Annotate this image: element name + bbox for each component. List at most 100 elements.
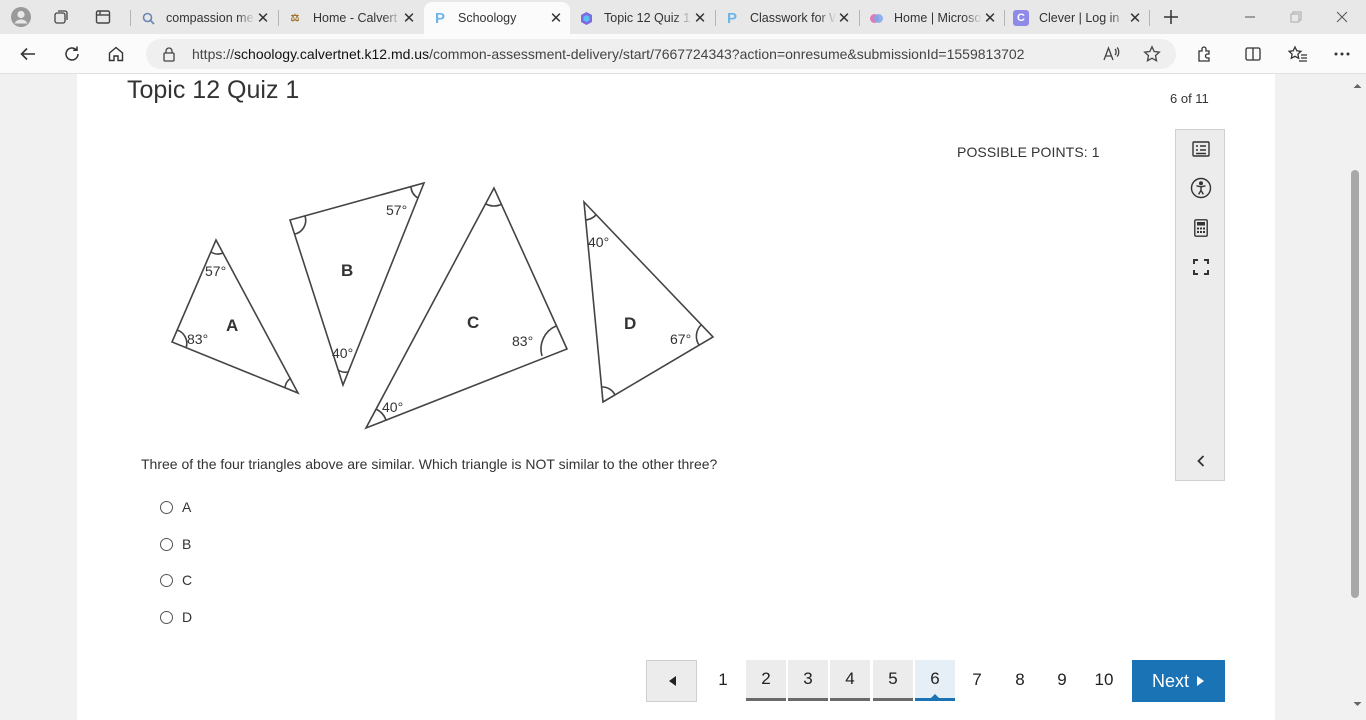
more-menu-icon[interactable] [1329, 41, 1355, 67]
split-screen-icon[interactable] [1240, 41, 1266, 67]
address-bar[interactable]: https://schoology.calvertnet.k12.md.us/c… [146, 39, 1176, 69]
next-button-label: Next [1151, 670, 1189, 691]
browser-tab-bar: compassion me ✕ ⚖ Home - Calvert ✕ P Sch… [0, 0, 1366, 34]
page-button-9[interactable]: 9 [1042, 660, 1082, 700]
copilot-icon [578, 10, 594, 26]
close-tab-icon[interactable]: ✕ [1127, 9, 1143, 27]
angle-label: 83° [512, 333, 533, 349]
tab-home-calvert[interactable]: ⚖ Home - Calvert ✕ [279, 4, 423, 32]
url-text: https://schoology.calvertnet.k12.md.us/c… [192, 46, 1024, 62]
scroll-down-arrow-icon[interactable] [1349, 698, 1366, 710]
page-button-2[interactable]: 2 [746, 660, 786, 701]
url-host: schoology.calvertnet.k12.md.us [234, 46, 430, 62]
url-path: /common-assessment-delivery/start/766772… [429, 46, 1025, 62]
triangle-c-angle-arc [485, 203, 503, 207]
triangle-a-angle-arc [210, 251, 224, 255]
favorite-star-icon[interactable] [1143, 45, 1161, 68]
triangle-d-label: D [624, 314, 636, 333]
triangle-a-angle-arc [284, 377, 292, 389]
fullscreen-icon[interactable] [1188, 254, 1214, 280]
tab-title: Clever | Log in [1039, 11, 1120, 25]
choice-c[interactable]: C [160, 570, 192, 590]
tab-topic-12-quiz[interactable]: Topic 12 Quiz 1 ✕ [570, 4, 714, 32]
address-toolbar: https://schoology.calvertnet.k12.md.us/c… [0, 34, 1366, 74]
workspaces-icon[interactable] [50, 6, 72, 28]
collapse-rail-chevron-icon[interactable] [1188, 448, 1214, 474]
choice-d[interactable]: D [160, 607, 192, 627]
choice-label: C [182, 572, 193, 588]
tab-clever[interactable]: C Clever | Log in ✕ [1005, 4, 1149, 32]
new-tab-icon[interactable] [1160, 6, 1182, 28]
previous-question-button[interactable] [646, 660, 697, 702]
search-icon [140, 10, 156, 26]
tab-title: Home - Calvert [313, 11, 398, 25]
caret-right-icon [1197, 676, 1204, 686]
page-button-6[interactable]: 6 [915, 660, 955, 701]
copilot-icon [868, 10, 884, 26]
schoology-icon: P [726, 9, 737, 27]
tab-classwork[interactable]: P Classwork for W ✕ [716, 4, 858, 32]
tab-actions-icon[interactable] [92, 6, 114, 28]
angle-label: 67° [670, 331, 691, 347]
tab-title: Home | Microso [894, 11, 982, 25]
angle-label: 57° [386, 202, 407, 218]
quiz-page: Topic 12 Quiz 1 6 of 11 POSSIBLE POINTS:… [77, 74, 1275, 720]
choice-b[interactable]: B [160, 534, 191, 554]
lock-icon[interactable] [162, 46, 176, 67]
triangle-d [582, 199, 715, 404]
page-button-4[interactable]: 4 [830, 660, 870, 701]
close-tab-icon[interactable]: ✕ [982, 9, 998, 27]
read-aloud-icon[interactable] [1102, 45, 1120, 68]
caret-left-icon [668, 676, 676, 686]
triangle-a-label: A [226, 316, 238, 335]
calculator-icon[interactable] [1188, 215, 1214, 241]
next-button[interactable]: Next [1132, 660, 1225, 702]
tab-title: Topic 12 Quiz 1 [604, 11, 691, 25]
page-button-7[interactable]: 7 [957, 660, 997, 700]
radio-button[interactable] [160, 537, 173, 551]
profile-avatar-icon[interactable] [10, 6, 32, 28]
triangle-c-label: C [467, 313, 479, 332]
minimize-icon[interactable] [1238, 6, 1262, 28]
restore-icon[interactable] [1284, 6, 1308, 28]
extensions-icon[interactable] [1192, 41, 1218, 67]
scrollbar-thumb[interactable] [1351, 170, 1359, 598]
tab-title: Classwork for W [750, 11, 836, 25]
tool-rail [1175, 129, 1225, 481]
page-button-3[interactable]: 3 [788, 660, 828, 701]
question-list-icon[interactable] [1188, 136, 1214, 162]
radio-button[interactable] [160, 500, 173, 514]
triangle-c-angle-arc [540, 325, 557, 357]
angle-label: 57° [205, 263, 226, 279]
question-text: Three of the four triangles above are si… [141, 456, 718, 472]
close-tab-icon[interactable]: ✕ [255, 9, 271, 27]
tab-compassion[interactable]: compassion me ✕ [132, 4, 277, 32]
accessibility-icon[interactable] [1188, 175, 1214, 201]
radio-button[interactable] [160, 610, 173, 624]
favorites-icon[interactable] [1285, 41, 1311, 67]
triangle-b-angle-arc [410, 186, 419, 199]
close-tab-icon[interactable]: ✕ [836, 9, 852, 27]
page-button-8[interactable]: 8 [1000, 660, 1040, 700]
tab-home-microsoft[interactable]: Home | Microso ✕ [860, 4, 1004, 32]
scroll-up-arrow-icon[interactable] [1349, 80, 1366, 92]
home-icon[interactable] [103, 41, 129, 67]
close-tab-icon[interactable]: ✕ [401, 9, 417, 27]
back-icon[interactable] [15, 41, 41, 67]
tab-schoology[interactable]: P Schoology ✕ [424, 2, 570, 34]
angle-label: 40° [332, 345, 353, 361]
triangle-b-label: B [341, 261, 353, 280]
page-button-1[interactable]: 1 [703, 660, 743, 700]
page-button-10[interactable]: 10 [1084, 660, 1124, 700]
choice-label: B [182, 536, 192, 552]
choice-label: A [182, 499, 192, 515]
triangle-d-angle-arc [695, 324, 702, 346]
refresh-icon[interactable] [59, 41, 85, 67]
choice-a[interactable]: A [160, 497, 191, 517]
page-viewport: Topic 12 Quiz 1 6 of 11 POSSIBLE POINTS:… [0, 74, 1366, 720]
close-tab-icon[interactable]: ✕ [548, 9, 564, 27]
close-tab-icon[interactable]: ✕ [692, 9, 708, 27]
page-button-5[interactable]: 5 [873, 660, 913, 701]
close-window-icon[interactable] [1330, 6, 1354, 28]
radio-button[interactable] [160, 573, 173, 587]
